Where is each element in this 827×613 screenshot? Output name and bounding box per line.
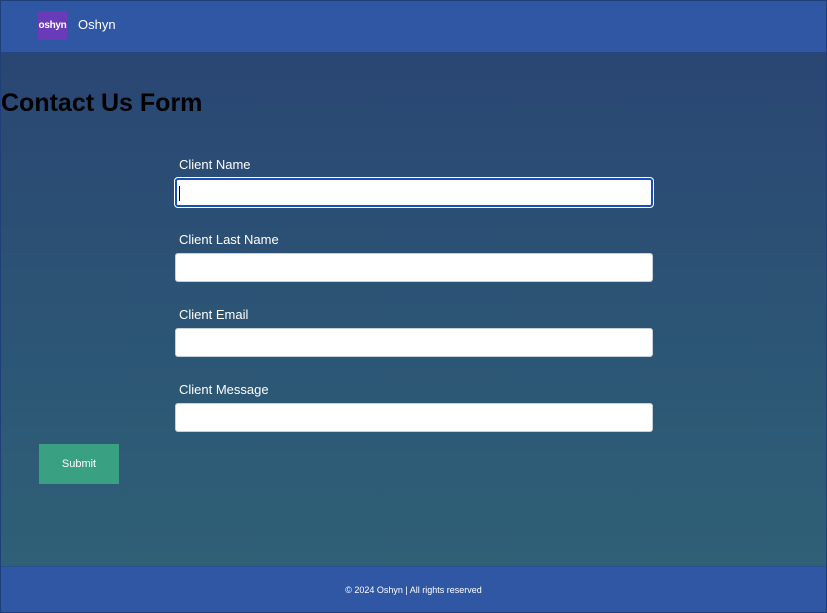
text-cursor [179,186,180,201]
brand-name-link[interactable]: Oshyn [78,17,116,33]
page-footer: © 2024 Oshyn | All rights reserved [1,566,826,612]
copyright-text: © 2024 Oshyn | All rights reserved [345,585,482,595]
client-name-label: Client Name [179,157,251,172]
oshyn-logo[interactable]: oshyn [38,11,67,40]
client-name-input[interactable] [175,178,653,207]
client-message-label: Client Message [179,382,269,397]
client-last-name-input[interactable] [175,253,653,282]
client-email-input[interactable] [175,328,653,357]
page-title: Contact Us Form [1,89,203,117]
submit-button[interactable]: Submit [39,444,119,484]
client-email-label: Client Email [179,307,249,322]
contact-form-section: Contact Us Form Client Name Client Last … [1,53,826,566]
browser-viewport: oshyn Oshyn Contact Us Form Client Name … [0,0,827,613]
top-navbar: oshyn Oshyn [1,1,826,53]
client-last-name-label: Client Last Name [179,232,279,247]
client-message-input[interactable] [175,403,653,432]
